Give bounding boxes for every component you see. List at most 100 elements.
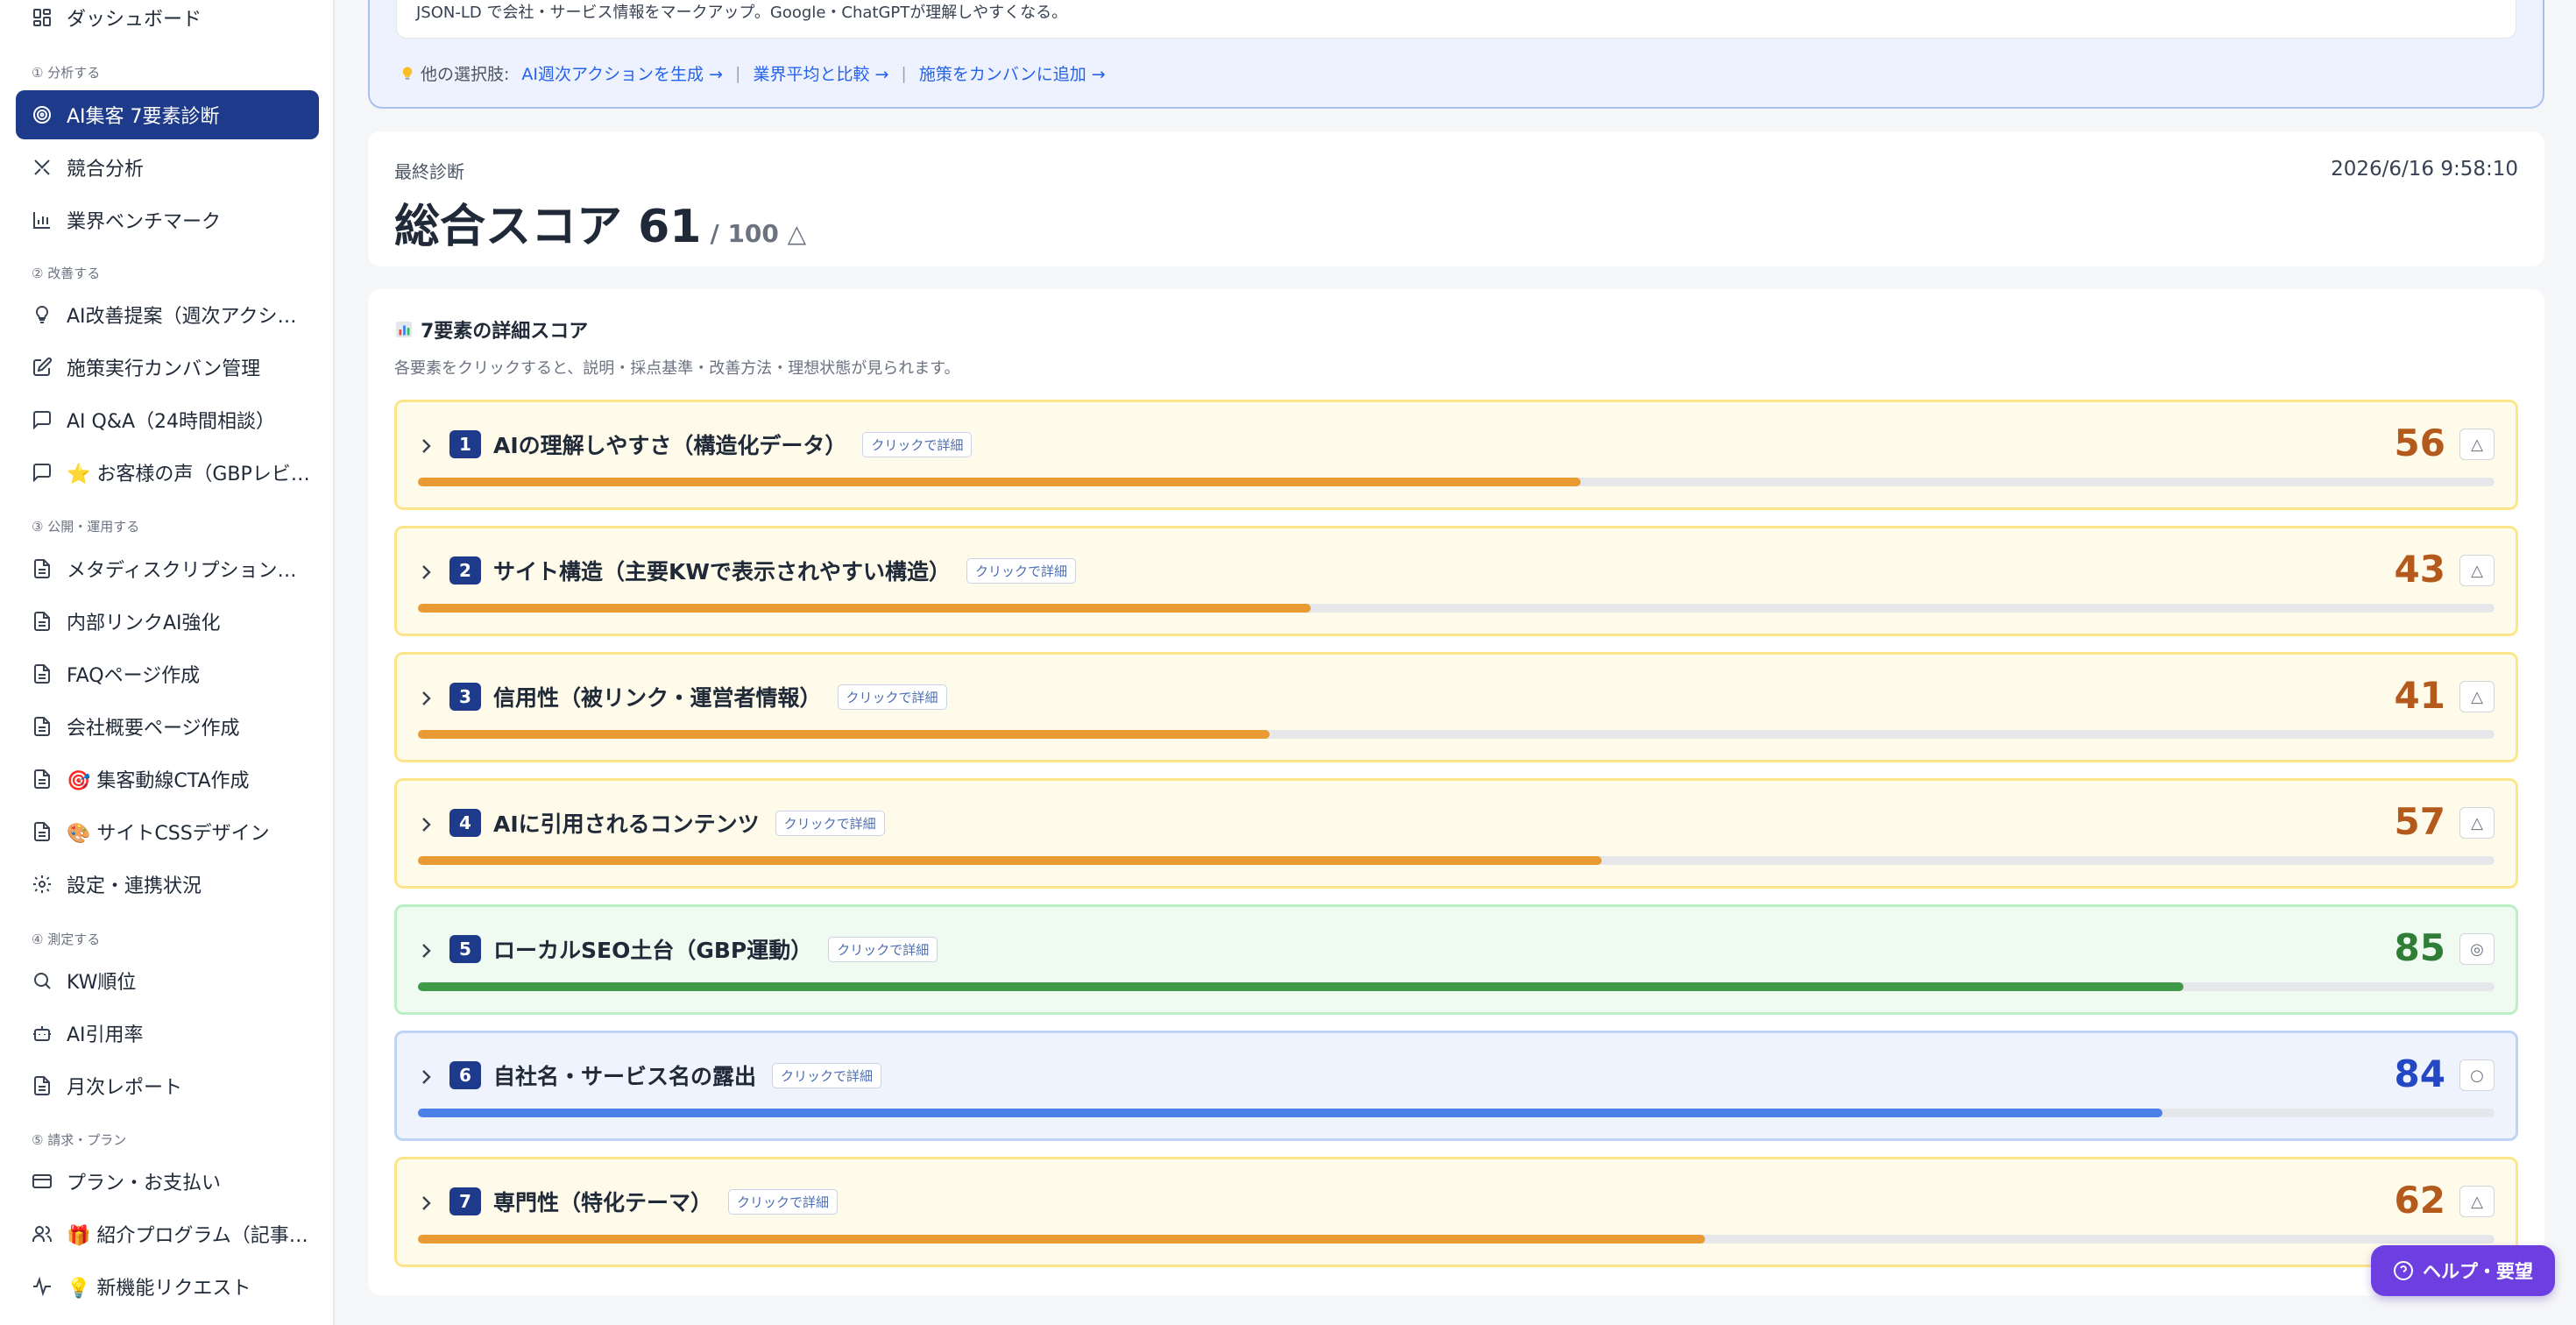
sidebar-item-company[interactable]: 会社概要ページ作成	[16, 702, 319, 751]
sidebar-item-faq[interactable]: FAQページ作成	[16, 649, 319, 698]
separator: |	[901, 63, 907, 83]
element-row-5[interactable]: 5 ローカルSEO土台（GBP運動） クリックで詳細 85 ◎	[394, 904, 2518, 1015]
target-icon	[32, 104, 53, 125]
sidebar-item-kw-rank[interactable]: KW順位	[16, 956, 319, 1005]
sidebar-item-feature-request[interactable]: 💡 新機能リクエスト	[16, 1262, 319, 1311]
sidebar-item-ai-diagnosis[interactable]: AI集客 7要素診断	[16, 90, 319, 139]
credit-card-icon	[32, 1171, 53, 1192]
document-icon	[32, 558, 53, 579]
element-score: 56	[2394, 422, 2445, 464]
sidebar-item-label: ⭐ お客様の声（GBPレビュー）	[67, 464, 315, 485]
element-rating-mark: △	[2459, 681, 2495, 712]
diagnosis-date: 2026/6/16 9:58:10	[2331, 158, 2518, 181]
sidebar-item-label: ダッシュボード	[67, 9, 202, 31]
score-bar-track	[418, 730, 2495, 739]
element-title-group: 信用性（被リンク・運営者情報） クリックで詳細	[493, 681, 947, 712]
sidebar-item-label: KW順位	[67, 972, 137, 994]
sidebar-item-internal-link[interactable]: 内部リンクAI強化	[16, 597, 319, 646]
element-number-badge: 4	[449, 809, 481, 837]
sidebar-item-ai-qa[interactable]: AI Q&A（24時間相談）	[16, 395, 319, 444]
element-title: 信用性（被リンク・運営者情報）	[493, 685, 822, 711]
swords-icon	[32, 157, 53, 178]
grid-icon	[32, 7, 53, 28]
sidebar-item-competitor[interactable]: 競合分析	[16, 143, 319, 192]
sidebar-item-label: AI集客 7要素診断	[67, 106, 220, 128]
link-compare-industry[interactable]: 業界平均と比較 →	[753, 61, 888, 85]
score-bar-track	[418, 604, 2495, 613]
sidebar-item-label: 設定・連携状況	[67, 875, 202, 897]
sidebar-item-monthly-report[interactable]: 月次レポート	[16, 1061, 319, 1110]
section-label-publish: ③ 公開・運用する	[32, 519, 140, 535]
sidebar-item-kanban[interactable]: 施策実行カンバン管理	[16, 343, 319, 392]
score-bar-fill	[418, 478, 1582, 486]
element-score: 43	[2394, 548, 2445, 591]
sidebar-item-reviews[interactable]: ⭐ お客様の声（GBPレビュー）	[16, 448, 319, 497]
element-score: 84	[2394, 1052, 2445, 1095]
chevron-right-icon	[422, 818, 431, 832]
sidebar-item-label: 競合分析	[67, 159, 145, 181]
document-icon	[32, 821, 53, 842]
sidebar-item-label: AI引用率	[67, 1024, 144, 1046]
element-title-group: サイト構造（主要KWで表示されやすい構造） クリックで詳細	[493, 555, 1076, 586]
sidebar-item-label: 業界ベンチマーク	[67, 211, 222, 233]
help-request-button[interactable]: ヘルプ・要望	[2371, 1245, 2555, 1296]
element-row-4[interactable]: 4 AIに引用されるコンテンツ クリックで詳細 57 △	[394, 778, 2518, 889]
element-rating-mark: △	[2459, 429, 2495, 460]
score-bar-track	[418, 982, 2495, 991]
sidebar-item-label: 会社概要ページ作成	[67, 718, 240, 740]
sidebar-item-label: 💡 新機能リクエスト	[67, 1278, 251, 1300]
detail-subtitle: 各要素をクリックすると、説明・採点基準・改善方法・理想状態が見られます。	[394, 359, 960, 378]
click-for-detail-tag[interactable]: クリックで詳細	[966, 557, 1076, 584]
sidebar-item-dashboard[interactable]: ダッシュボード	[16, 0, 319, 42]
click-for-detail-tag[interactable]: クリックで詳細	[728, 1188, 839, 1215]
element-row-1[interactable]: 1 AIの理解しやすさ（構造化データ） クリックで詳細 56 △	[394, 400, 2518, 510]
element-row-2[interactable]: 2 サイト構造（主要KWで表示されやすい構造） クリックで詳細 43 △	[394, 526, 2518, 636]
sidebar-item-label: 🎨 サイトCSSデザイン	[67, 823, 270, 845]
section-label-improve: ② 改善する	[32, 266, 101, 281]
alternative-label: 他の選択肢:	[421, 65, 510, 84]
sidebar-item-ai-citation[interactable]: AI引用率	[16, 1009, 319, 1058]
element-rating-mark: △	[2459, 807, 2495, 839]
score-bar-track	[418, 478, 2495, 486]
click-for-detail-tag[interactable]: クリックで詳細	[772, 1062, 882, 1088]
element-score: 57	[2394, 800, 2445, 843]
link-add-to-kanban[interactable]: 施策をカンバンに追加 →	[919, 61, 1106, 85]
sidebar-item-label: 🎁 紹介プログラム（記事1本無料）	[67, 1225, 315, 1247]
sidebar-item-referral[interactable]: 🎁 紹介プログラム（記事1本無料）	[16, 1209, 319, 1258]
click-for-detail-tag[interactable]: クリックで詳細	[828, 936, 938, 962]
sidebar-item-settings[interactable]: 設定・連携状況	[16, 860, 319, 909]
element-row-7[interactable]: 7 専門性（特化テーマ） クリックで詳細 62 △	[394, 1157, 2518, 1267]
chevron-right-icon	[422, 1070, 431, 1084]
click-for-detail-tag[interactable]: クリックで詳細	[775, 810, 885, 836]
score-bar-fill	[418, 730, 1270, 739]
click-for-detail-tag[interactable]: クリックで詳細	[862, 431, 973, 457]
sidebar-item-meta[interactable]: メタディスクリプション最適化	[16, 544, 319, 593]
sidebar-item-plan[interactable]: プラン・お支払い	[16, 1157, 319, 1206]
sidebar-item-label: AI Q&A（24時間相談）	[67, 411, 276, 433]
lightbulb-icon	[402, 67, 413, 80]
suggestion-text: JSON-LD で会社・サービス情報をマークアップ。Google・ChatGPT…	[396, 0, 2516, 39]
element-rating-mark: △	[2459, 1186, 2495, 1217]
chevron-right-icon	[422, 691, 431, 705]
section-label-billing: ⑤ 請求・プラン	[32, 1132, 127, 1148]
sidebar-item-label: AI改善提案（週次アクション）	[67, 306, 315, 328]
element-number-badge: 6	[449, 1061, 481, 1089]
click-for-detail-tag[interactable]: クリックで詳細	[837, 684, 947, 710]
sidebar-item-ai-suggest[interactable]: AI改善提案（週次アクション）	[16, 290, 319, 339]
detail-title: 7要素の詳細スコア	[394, 315, 588, 344]
sidebar-item-benchmark[interactable]: 業界ベンチマーク	[16, 195, 319, 244]
element-row-6[interactable]: 6 自社名・サービス名の露出 クリックで詳細 84 ○	[394, 1031, 2518, 1141]
element-number-badge: 2	[449, 556, 481, 585]
overall-score-suffix: / 100 △	[710, 219, 807, 248]
element-title: 専門性（特化テーマ）	[493, 1190, 713, 1215]
element-title-group: 自社名・サービス名の露出 クリックで詳細	[493, 1059, 882, 1091]
sidebar-item-css[interactable]: 🎨 サイトCSSデザイン	[16, 807, 319, 856]
element-title: サイト構造（主要KWで表示されやすい構造）	[493, 559, 951, 585]
element-row-3[interactable]: 3 信用性（被リンク・運営者情報） クリックで詳細 41 △	[394, 652, 2518, 762]
overall-score: 総合スコア 61 / 100 △	[394, 189, 806, 255]
sidebar-item-cta[interactable]: 🎯 集客動線CTA作成	[16, 755, 319, 804]
link-generate-weekly-actions[interactable]: AI週次アクションを生成 →	[521, 61, 723, 85]
score-bar-fill	[418, 1235, 1706, 1244]
edit-icon	[32, 357, 53, 378]
element-score: 85	[2394, 926, 2445, 969]
